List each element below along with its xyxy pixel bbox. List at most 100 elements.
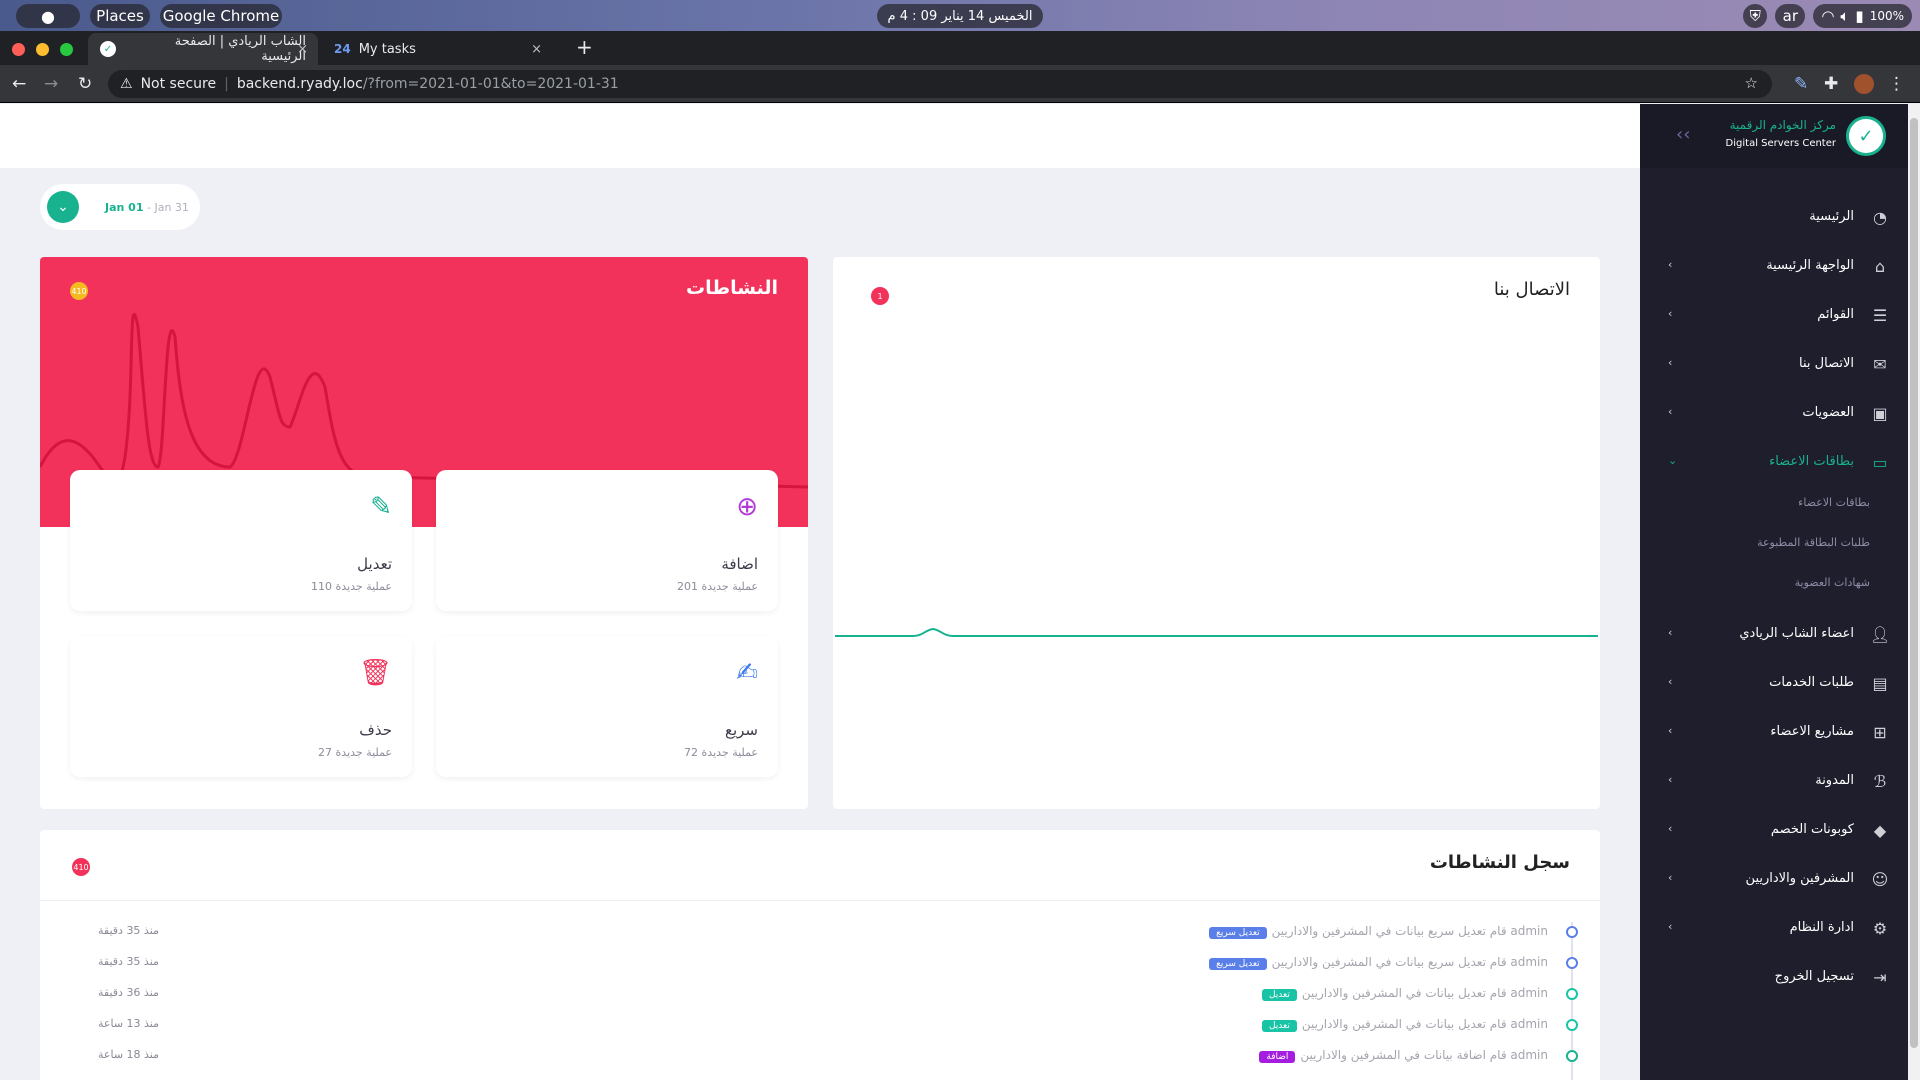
bookmark-star-icon[interactable]: ☆ <box>1745 74 1758 92</box>
language-indicator[interactable]: ar <box>1775 4 1806 28</box>
home-icon: ⌂ <box>1874 257 1886 276</box>
timeline-dot <box>1566 1050 1578 1062</box>
chevron-down-icon[interactable]: ⌄ <box>47 191 79 223</box>
back-arrow-icon[interactable]: ← <box>12 74 26 94</box>
close-tab-icon[interactable]: × <box>297 42 308 57</box>
edit-stat-label: تعديل <box>357 555 392 573</box>
sidebar-item-blog[interactable]: ℬ المدونة ‹ <box>1640 762 1908 802</box>
sidebar-item-label: الرئيسية <box>1809 209 1854 224</box>
sidebar-item-admins[interactable]: ☺ المشرفين والاداريين ‹ <box>1640 860 1908 900</box>
collapse-sidebar-icon[interactable]: ‹‹ <box>1676 124 1690 145</box>
sidebar-item-label: كوبونات الخصم <box>1770 822 1854 837</box>
security-label: Not secure <box>140 76 217 92</box>
add-stat-card[interactable]: ⊕ اضافة 201 عملية جديدة <box>436 470 778 611</box>
sidebar-item-coupons[interactable]: ◆ كوبونات الخصم ‹ <box>1640 811 1908 851</box>
forward-arrow-icon[interactable]: → <box>44 74 58 94</box>
log-row[interactable]: admin قام تعديل بيانات في المشرفين والاد… <box>40 1013 1600 1037</box>
activity-log-card: سجل النشاطات 410 admin قام تعديل سريع بي… <box>40 830 1600 1080</box>
volume-icon: 🔈︎ <box>1840 7 1850 25</box>
sidebar: ‹‹ مركز الخوادم الرقمية Digital Servers … <box>1640 104 1908 1080</box>
system-status-pill[interactable]: ◠ 🔈︎ ▮ 100% <box>1813 4 1912 28</box>
apple-icon: ● <box>41 6 55 26</box>
edit-stat-card[interactable]: ✎ تعديل 110 عملية جديدة <box>70 470 412 611</box>
brand-logo[interactable]: ✓ <box>1846 116 1886 156</box>
log-tag-badge: تعديل <box>1261 989 1297 1001</box>
sitemap-icon: ⊞ <box>1873 723 1887 742</box>
quick-stat-card[interactable]: ✍ سريع 72 عملية جديدة <box>436 636 778 777</box>
sidebar-item-contact[interactable]: ✉ الاتصال بنا ‹ <box>1640 345 1908 385</box>
sidebar-item-system[interactable]: ⚙ ادارة النظام ‹ <box>1640 909 1908 949</box>
delete-stat-count: 27 عملية جديدة <box>318 746 392 759</box>
chrome-menu-icon[interactable]: ⋮ <box>1888 74 1905 94</box>
credit-card-icon: ▭ <box>1872 453 1888 472</box>
pencil-icon: ✎ <box>370 492 392 522</box>
activity-log-badge: 410 <box>72 858 90 876</box>
tab-dashboard[interactable]: ✓ الشاب الريادي | الصفحة الرئيسية × <box>88 33 318 65</box>
log-row[interactable]: admin قام تعديل سريع بيانات في المشرفين … <box>40 951 1600 975</box>
date-range-picker[interactable]: ⌄ Jan 01 - Jan 31 <box>40 184 200 230</box>
quick-stat-label: سريع <box>724 721 758 739</box>
clock[interactable]: الخميس 14 يناير 09 : 4 م <box>877 4 1043 28</box>
brand-name-ar: مركز الخوادم الرقمية <box>1729 118 1836 132</box>
sidebar-item-home[interactable]: ◔ الرئيسية <box>1640 198 1908 238</box>
list-icon: ☰ <box>1872 306 1888 325</box>
new-tab-button[interactable]: + <box>576 35 593 59</box>
tab-my-tasks[interactable]: 24 My tasks × <box>322 33 552 65</box>
chevron-left-icon: ‹ <box>1668 405 1673 418</box>
url-divider: | <box>224 76 229 92</box>
extensions-puzzle-icon[interactable]: ✚ <box>1824 74 1838 94</box>
apple-menu-button[interactable]: ● <box>16 4 80 28</box>
sidebar-item-member-projects[interactable]: ⊞ مشاريع الاعضاء ‹ <box>1640 713 1908 753</box>
date-separator: - <box>143 200 155 214</box>
log-row[interactable]: admin قام اضافة بيانات في المشرفين والاد… <box>40 1044 1600 1068</box>
extension-pen-icon[interactable]: ✎ <box>1794 74 1808 94</box>
reload-icon[interactable]: ↻ <box>78 74 92 94</box>
add-stat-label: اضافة <box>721 555 758 573</box>
timeline-dot <box>1566 1019 1578 1031</box>
contact-sparkline-line <box>835 627 1598 637</box>
activity-log-title: سجل النشاطات <box>1429 852 1570 873</box>
log-time: منذ 18 ساعة <box>98 1048 160 1061</box>
sidebar-item-service-requests[interactable]: ▤ طلبات الخدمات ‹ <box>1640 664 1908 704</box>
chevron-left-icon: ‹ <box>1668 307 1673 320</box>
tab-title: الشاب الريادي | الصفحة الرئيسية <box>174 34 306 64</box>
sidebar-brand: ‹‹ مركز الخوادم الرقمية Digital Servers … <box>1640 104 1908 168</box>
log-tag-badge: تعديل سريع <box>1209 927 1267 939</box>
page-scrollbar[interactable] <box>1908 104 1920 1080</box>
close-window-button[interactable] <box>12 43 25 56</box>
sidebar-item-label: ادارة النظام <box>1789 920 1854 935</box>
shield-icon[interactable]: ⛨ <box>1743 4 1768 28</box>
sidebar-item-lists[interactable]: ☰ القوائم ‹ <box>1640 296 1908 336</box>
submenu-item-membership-certificates[interactable]: شهادات العضوية <box>1795 576 1870 589</box>
submenu-item-printed-card-requests[interactable]: طلبات البطاقة المطبوعة <box>1757 536 1870 549</box>
maximize-window-button[interactable] <box>60 43 73 56</box>
places-menu[interactable]: Places <box>90 4 150 28</box>
profile-avatar[interactable] <box>1854 74 1874 94</box>
log-time: منذ 35 دقيقة <box>98 924 159 937</box>
sidebar-item-logout[interactable]: ⇥ تسجيل الخروج <box>1640 958 1908 998</box>
page-header <box>0 104 1640 168</box>
tasks-favicon-icon: 24 <box>334 42 351 56</box>
browser-toolbar: ← → ↻ ⚠ Not secure | backend.ryady.loc /… <box>0 65 1920 103</box>
minimize-window-button[interactable] <box>36 43 49 56</box>
sidebar-item-member-cards[interactable]: ▭ بطاقات الاعضاء ⌄ <box>1640 443 1908 483</box>
app-menu[interactable]: Google Chrome <box>160 4 282 28</box>
url-host: backend.ryady.loc <box>236 76 363 92</box>
submenu-item-member-cards[interactable]: بطاقات الاعضاء <box>1798 496 1870 509</box>
delete-stat-card[interactable]: 🗑︎ حذف 27 عملية جديدة <box>70 636 412 777</box>
chevron-left-icon: ‹ <box>1668 773 1673 786</box>
log-time: منذ 13 ساعة <box>98 1017 160 1030</box>
edit-stat-count: 110 عملية جديدة <box>311 580 392 593</box>
sidebar-item-memberships[interactable]: ▣ العضويات ‹ <box>1640 394 1908 434</box>
brand-name-en: Digital Servers Center <box>1725 138 1836 149</box>
sidebar-item-main-interface[interactable]: ⌂ الواجهة الرئيسية ‹ <box>1640 247 1908 287</box>
address-bar[interactable]: ⚠ Not secure | backend.ryady.loc /?from=… <box>108 70 1772 98</box>
close-tab-icon[interactable]: × <box>531 42 542 57</box>
sidebar-item-members[interactable]: 👤︎ اعضاء الشاب الريادي ‹ <box>1640 615 1908 655</box>
message-icon: ▤ <box>1872 674 1888 693</box>
log-row[interactable]: admin قام تعديل بيانات في المشرفين والاد… <box>40 982 1600 1006</box>
log-row[interactable]: admin قام تعديل سريع بيانات في المشرفين … <box>40 920 1600 944</box>
blog-icon: ℬ <box>1873 772 1887 791</box>
site-favicon-icon: ✓ <box>100 41 116 57</box>
scrollbar-thumb[interactable] <box>1910 118 1918 1048</box>
